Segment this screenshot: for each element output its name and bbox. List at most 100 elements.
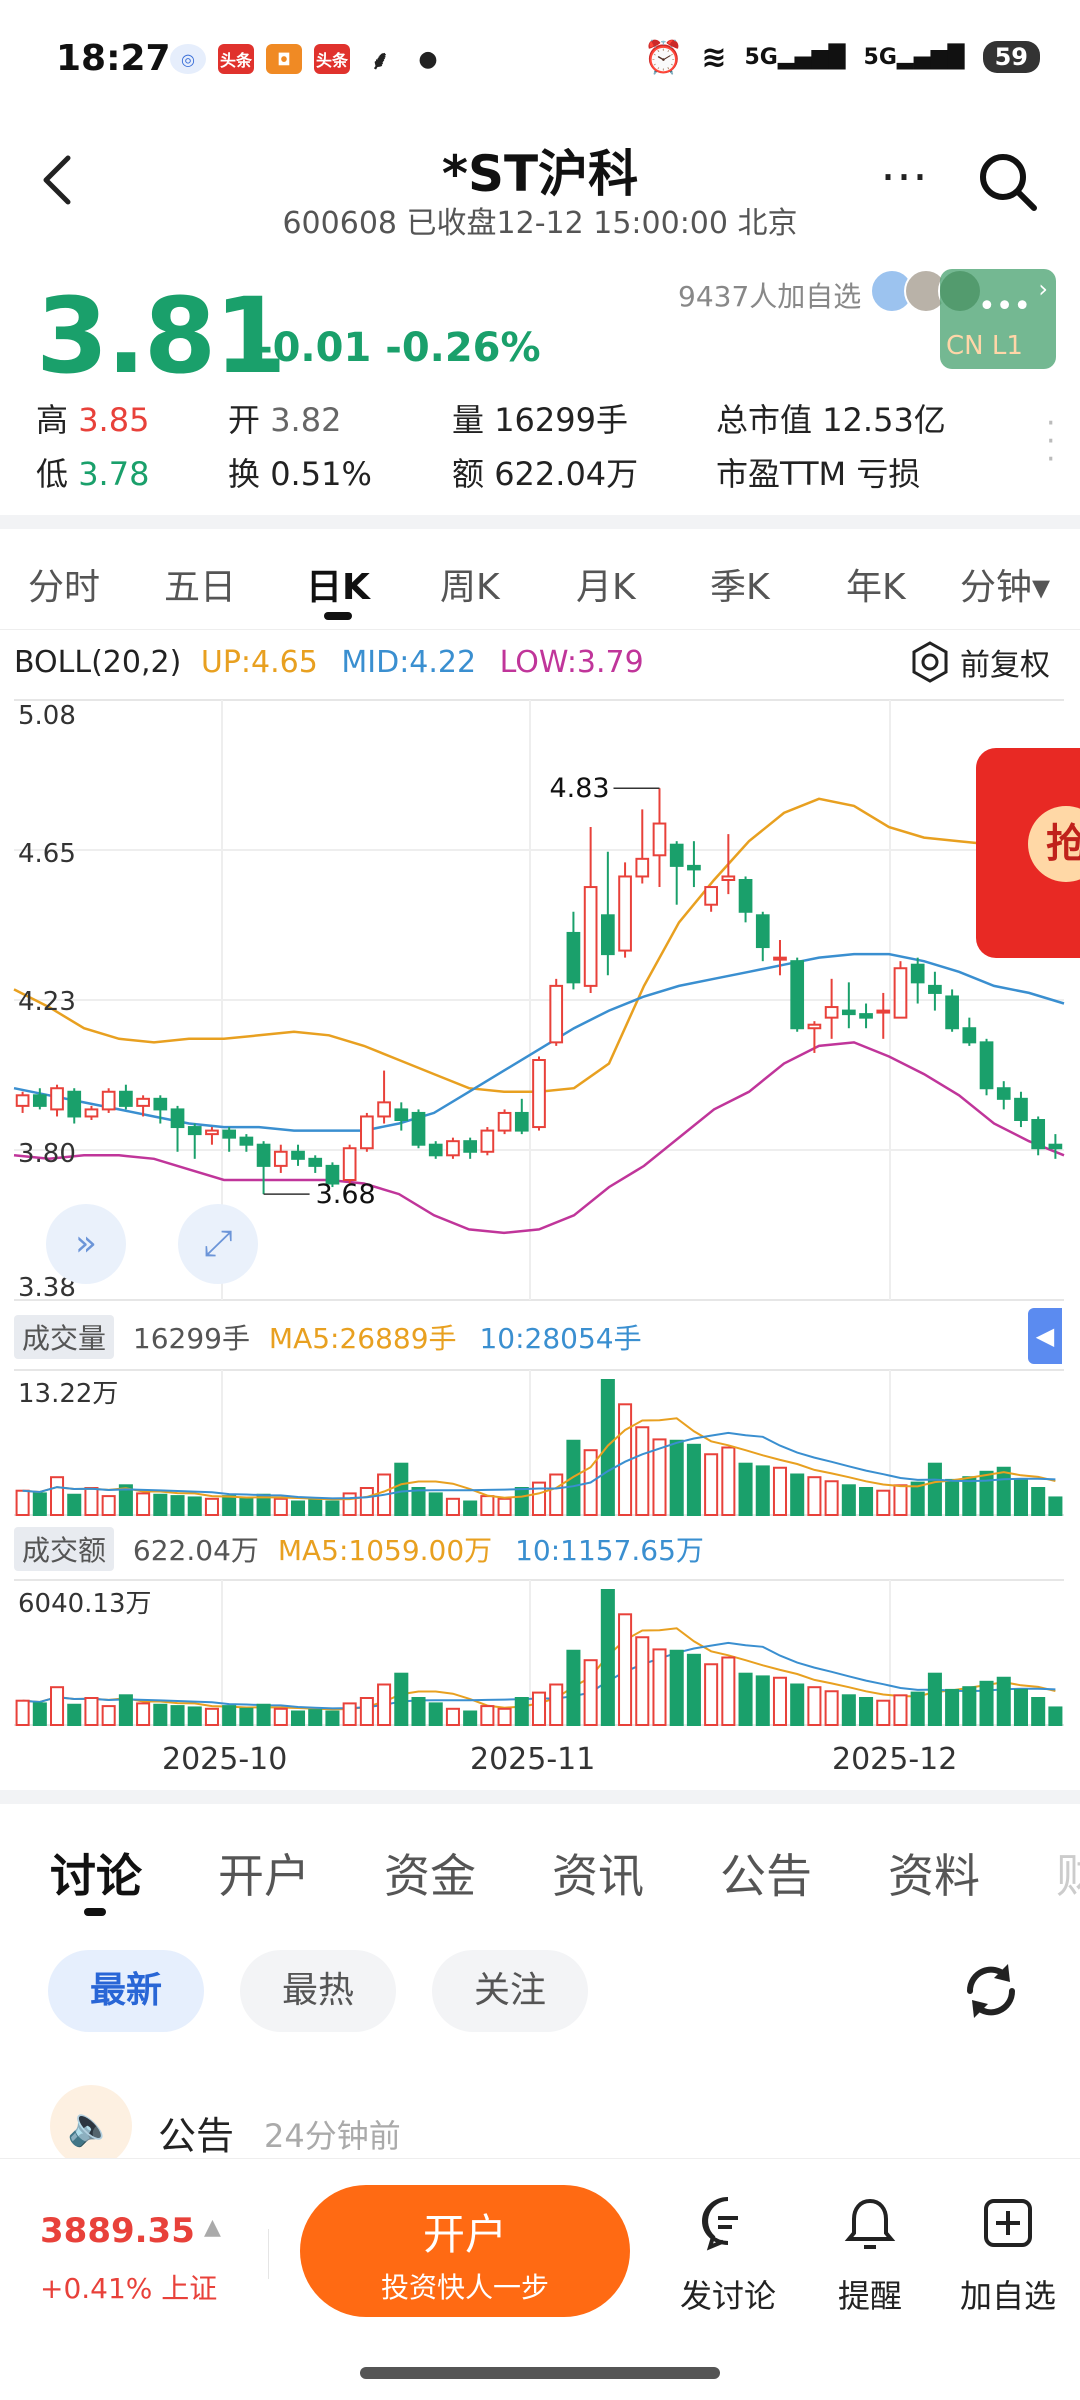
amount-bar bbox=[67, 1703, 82, 1726]
tab-profile[interactable]: 资料 bbox=[888, 1840, 980, 1906]
search-button[interactable] bbox=[976, 150, 1040, 214]
turnover-value: 0.51% bbox=[270, 455, 372, 493]
candle-body bbox=[652, 822, 667, 857]
follower-count[interactable]: 9437人加自选 bbox=[678, 275, 861, 315]
filter-latest[interactable]: 最新 bbox=[48, 1950, 204, 2032]
volume-bar bbox=[738, 1462, 753, 1517]
tab-daily-k[interactable]: 日K bbox=[306, 558, 370, 610]
volume-bar bbox=[893, 1484, 908, 1516]
shop-icon: ◘ bbox=[266, 44, 302, 74]
boll-up: UP:4.65 bbox=[200, 645, 318, 680]
plus-square-icon bbox=[984, 2199, 1032, 2247]
amount-bar bbox=[583, 1659, 598, 1727]
candle-body bbox=[738, 879, 753, 913]
candle-body bbox=[84, 1108, 99, 1118]
volume-bar bbox=[514, 1487, 529, 1516]
amount-bar bbox=[342, 1702, 357, 1727]
candle-body bbox=[532, 1059, 546, 1129]
collapse-indicator-button[interactable]: ◀ bbox=[1028, 1308, 1062, 1364]
home-indicator bbox=[360, 2367, 720, 2379]
amount-max-label: 6040.13万 bbox=[18, 1589, 152, 1619]
kline-chart[interactable]: 5.084.654.233.803.384.833.6813.22万6040.1… bbox=[0, 690, 1080, 1740]
signal-icon: 5G▂▄▆█ bbox=[863, 44, 965, 70]
filter-following[interactable]: 关注 bbox=[432, 1950, 588, 2032]
amount-indicator-row[interactable]: 成交额 622.04万 MA5:1059.00万 10:1157.65万 bbox=[14, 1527, 704, 1571]
y-tick-label: 4.65 bbox=[18, 839, 76, 869]
remind-button[interactable]: 提醒 bbox=[810, 2193, 930, 2317]
volume-bar bbox=[342, 1492, 357, 1517]
red-envelope-promo[interactable]: 抢 bbox=[976, 748, 1080, 958]
refresh-icon bbox=[966, 1964, 1016, 2018]
open-account-button[interactable]: 开户 投资快人一步 bbox=[300, 2185, 630, 2317]
candle-body bbox=[222, 1129, 237, 1139]
candle-body bbox=[394, 1108, 409, 1122]
tab-intraday[interactable]: 分时 bbox=[28, 558, 100, 610]
tab-quarterly-k[interactable]: 季K bbox=[710, 558, 770, 610]
candle-body bbox=[153, 1097, 168, 1111]
amount-bar bbox=[325, 1710, 340, 1726]
bottom-action-bar: 3889.35 ▲ +0.41% 上证 开户 投资快人一步 发讨论 提醒 加自选 bbox=[0, 2158, 1080, 2400]
toutiao-icon: 头条 bbox=[218, 44, 254, 74]
amount-bar bbox=[480, 1705, 495, 1726]
floating-quote-widget[interactable]: ••• › CN L1 bbox=[940, 269, 1056, 369]
fullscreen-button[interactable]: ⤢ bbox=[178, 1204, 258, 1284]
index-change[interactable]: +0.41% 上证 bbox=[40, 2267, 217, 2307]
filter-hottest[interactable]: 最热 bbox=[240, 1950, 396, 2032]
volume-title: 成交量 bbox=[14, 1315, 115, 1359]
candle-body bbox=[962, 1027, 977, 1044]
boll-indicator-row[interactable]: BOLL(20,2) UP:4.65 MID:4.22 LOW:3.79 bbox=[14, 645, 644, 680]
volume-bar bbox=[910, 1481, 925, 1516]
candle-body bbox=[170, 1108, 185, 1129]
amount-bar bbox=[50, 1686, 65, 1727]
amount-value: 622.04万 bbox=[132, 1534, 259, 1567]
amount-bar bbox=[618, 1613, 633, 1726]
volume-bar bbox=[359, 1487, 374, 1516]
index-value[interactable]: 3889.35 bbox=[40, 2211, 195, 2251]
divider bbox=[0, 1790, 1080, 1804]
expand-chart-button[interactable]: » bbox=[46, 1204, 126, 1284]
volume-bar bbox=[222, 1495, 237, 1516]
status-bar: 18:27 ◎ 头条 ◘ 头条 ⸙ ● ⏰ ≋ 5G▂▄▆█ 5G▂▄▆█ 59 bbox=[0, 0, 1080, 120]
divider bbox=[0, 515, 1080, 529]
list-item[interactable]: 🔈 公告 24分钟前 bbox=[0, 2085, 1080, 2167]
max-price-label: 4.83 bbox=[549, 773, 609, 804]
tab-yearly-k[interactable]: 年K bbox=[846, 558, 906, 610]
more-options-button[interactable]: ⋯ bbox=[880, 148, 930, 204]
tab-finance[interactable]: 财 bbox=[1056, 1840, 1080, 1906]
tab-capital[interactable]: 资金 bbox=[384, 1840, 476, 1906]
candle-body bbox=[841, 1009, 856, 1016]
tab-announcements[interactable]: 公告 bbox=[720, 1840, 812, 1906]
amount-bar bbox=[101, 1705, 116, 1726]
candle-body bbox=[360, 1115, 374, 1150]
tab-weekly-k[interactable]: 周K bbox=[440, 558, 500, 610]
expand-stats-button[interactable]: · · · bbox=[1046, 409, 1056, 475]
tab-open-account[interactable]: 开户 bbox=[218, 1840, 310, 1906]
amount-bar bbox=[308, 1709, 323, 1727]
volume-bar bbox=[807, 1476, 822, 1517]
volume-bar bbox=[755, 1465, 770, 1517]
candle-body bbox=[704, 886, 718, 906]
volume-bar bbox=[15, 1489, 30, 1517]
candle-body bbox=[893, 967, 908, 1019]
volume-bar bbox=[876, 1489, 891, 1517]
refresh-button[interactable] bbox=[958, 1958, 1024, 2024]
candle-body bbox=[618, 875, 632, 952]
amount-bar bbox=[84, 1697, 99, 1726]
candle-body bbox=[687, 864, 701, 871]
y-tick-label: 3.80 bbox=[18, 1139, 76, 1169]
tab-news[interactable]: 资讯 bbox=[552, 1840, 644, 1906]
amount-bar bbox=[170, 1705, 185, 1726]
add-watchlist-button[interactable]: 加自选 bbox=[948, 2193, 1068, 2317]
amount-bar bbox=[738, 1672, 753, 1727]
tab-monthly-k[interactable]: 月K bbox=[576, 558, 636, 610]
volume-indicator-row[interactable]: 成交量 16299手 MA5:26889手 10:28054手 bbox=[14, 1315, 642, 1359]
post-discussion-button[interactable]: 发讨论 bbox=[668, 2193, 788, 2317]
tab-five-day[interactable]: 五日 bbox=[164, 558, 236, 610]
tab-discussion[interactable]: 讨论 bbox=[50, 1840, 142, 1906]
amount-bar bbox=[979, 1680, 994, 1726]
amount-bar bbox=[996, 1676, 1011, 1726]
volume-bar bbox=[1048, 1496, 1063, 1517]
tab-minute[interactable]: 分钟▾ bbox=[960, 558, 1050, 610]
adjust-button[interactable]: 前复权 bbox=[908, 640, 1050, 684]
volume-bar bbox=[996, 1466, 1011, 1516]
